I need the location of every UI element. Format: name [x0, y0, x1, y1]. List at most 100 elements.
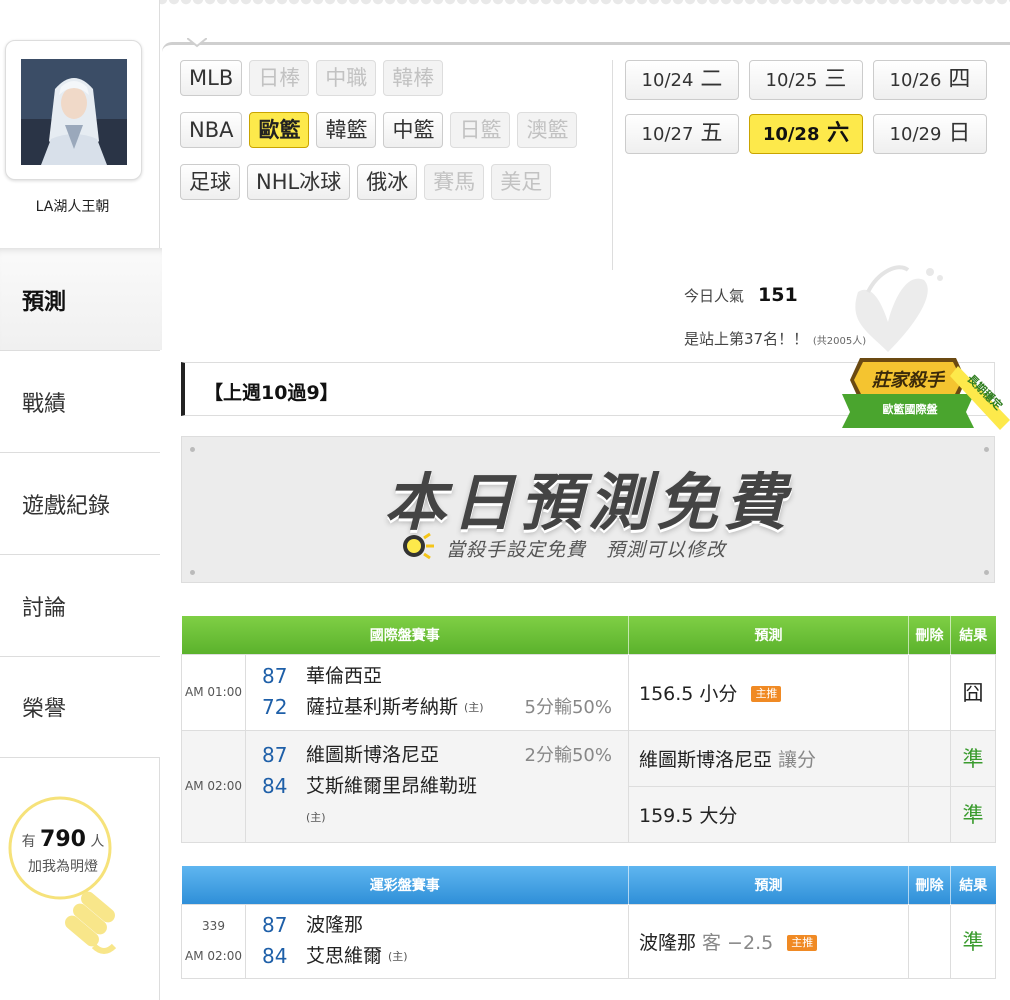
column-header-result: 結果	[950, 866, 996, 904]
date-label: 10/29	[889, 124, 942, 145]
weekday-label: 三	[824, 67, 847, 92]
league-button[interactable]: 韓籃	[316, 112, 377, 148]
game-time: AM 01:00	[181, 653, 246, 731]
home-mark-row: (主)	[262, 802, 628, 833]
result-cell: 準	[950, 729, 996, 787]
league-row: MLB 日棒 中職 韓棒	[180, 60, 612, 96]
result-cell: 囧	[950, 653, 996, 731]
away-name: 華倫西亞	[306, 665, 383, 687]
date-button[interactable]: 10/26 四	[873, 60, 987, 100]
lightbulb-icon	[403, 532, 434, 560]
home-name: 薩拉基利斯考納斯	[306, 696, 459, 718]
delete-cell[interactable]	[908, 653, 951, 731]
delete-cell[interactable]	[908, 785, 951, 843]
date-button[interactable]: 10/25 三	[749, 60, 863, 100]
away-score: 87	[262, 913, 288, 937]
delete-cell[interactable]	[908, 903, 951, 979]
column-header-prediction: 預測	[628, 616, 909, 654]
avatar-frame	[5, 40, 142, 180]
nav-item-prediction[interactable]: 預測	[0, 248, 162, 350]
rank-total: (共2005人)	[812, 336, 867, 347]
popularity-value: 151	[758, 284, 798, 306]
delete-cell[interactable]	[908, 729, 951, 787]
home-team: 72 薩拉基利斯考納斯 (主) 5分輸50%	[262, 692, 628, 723]
league-button[interactable]: NBA	[180, 112, 243, 148]
away-team: 87 維圖斯博洛尼亞 2分輸50%	[262, 740, 628, 771]
game-teams: 87 華倫西亞 72 薩拉基利斯考納斯 (主) 5分輸50%	[245, 653, 629, 731]
popularity-label: 今日人氣	[684, 287, 745, 305]
game-number: 339	[202, 919, 225, 933]
featured-tag: 主推	[787, 935, 818, 951]
nav-item-honor[interactable]: 榮譽	[0, 656, 160, 758]
username: LA湖人王朝	[35, 199, 110, 215]
away-score: 87	[262, 742, 288, 767]
banner-subtitle: 當殺手設定免費 預測可以修改	[446, 539, 727, 561]
prediction-extra: 讓分	[778, 748, 817, 771]
league-button[interactable]: 中籃	[383, 112, 444, 148]
game-teams: 87 維圖斯博洛尼亞 2分輸50% 84 艾斯維爾里昂維勒班 (主)	[245, 729, 629, 843]
sidebar: LA湖人王朝 預測 戰績 遊戲紀錄 討論 榮譽 有 790 人 加我為明燈	[0, 0, 162, 1000]
league-button[interactable]: NHL冰球	[247, 164, 351, 200]
handicap-note: 5分輸50%	[524, 697, 612, 718]
result-cell: 準	[950, 785, 996, 843]
league-button[interactable]: 足球	[180, 164, 240, 200]
weekly-record: 【上週10過9】	[204, 382, 339, 404]
league-button: 澳籃	[517, 112, 578, 148]
weekday-label: 二	[700, 67, 723, 92]
game-teams: 87 波隆那 84 艾思維爾 (主)	[245, 903, 629, 979]
date-button[interactable]: 10/27 五	[625, 114, 739, 154]
game-time: AM 02:00	[185, 949, 242, 963]
weekday-label: 日	[948, 121, 971, 146]
date-button[interactable]: 10/28 六	[749, 114, 863, 154]
league-button: 美足	[491, 164, 552, 200]
home-team: 84 艾斯維爾里昂維勒班	[262, 771, 628, 802]
game-time-cell: 339 AM 02:00	[181, 903, 246, 979]
away-team: 87 華倫西亞	[262, 661, 628, 692]
league-button[interactable]: 俄冰	[357, 164, 418, 200]
date-label: 10/25	[765, 70, 818, 91]
league-row: NBA 歐籃 韓籃 中籃 日籃 澳籃	[180, 112, 612, 148]
nav-item-record[interactable]: 戰績	[0, 350, 160, 452]
date-label: 10/26	[889, 70, 942, 91]
date-label: 10/28	[762, 124, 820, 145]
badge-subtitle: 歐籃國際盤	[882, 403, 938, 416]
popularity: 今日人氣 151	[684, 284, 798, 306]
prediction-cell: 156.5 小分 主推	[628, 653, 909, 731]
home-team: 84 艾思維爾 (主)	[262, 941, 628, 972]
weekday-label: 五	[700, 121, 723, 146]
weekday-label: 六	[827, 121, 850, 146]
nav-item-game-log[interactable]: 遊戲紀錄	[0, 452, 160, 554]
banner-rivet	[190, 570, 195, 575]
prediction-cell: 波隆那客 −2.5 主推	[628, 903, 909, 979]
table-row: AM 01:00 87 華倫西亞 72 薩拉基利斯考納斯 (主) 5分輸50% 156.…	[181, 653, 996, 731]
weekday-label: 四	[948, 67, 971, 92]
date-button[interactable]: 10/29 日	[873, 114, 987, 154]
home-name: 艾思維爾	[306, 945, 383, 967]
divider	[612, 60, 613, 270]
dealer-killer-badge: 莊家殺手 歐籃國際盤 長期穩定	[838, 350, 1010, 438]
home-mark: (主)	[306, 810, 326, 824]
date-label: 10/24	[641, 70, 694, 91]
lightbulb-icon[interactable]	[4, 796, 122, 976]
prediction-cell: 維圖斯博洛尼亞 讓分	[628, 729, 909, 787]
table-header: 國際盤賽事 預測 刪除 結果	[181, 616, 996, 654]
league-selector: MLB 日棒 中職 韓棒 NBA 歐籃 韓籃 中籃 日籃 澳籃 足球 NHL冰球 俄冰 賽馬 美足	[180, 60, 612, 200]
league-button: 中職	[316, 60, 377, 96]
away-name: 波隆那	[306, 914, 364, 936]
date-button[interactable]: 10/24 二	[625, 60, 739, 100]
game-time: AM 02:00	[181, 729, 246, 843]
home-name: 艾斯維爾里昂維勒班	[306, 774, 478, 797]
featured-tag: 主推	[751, 686, 782, 702]
league-button[interactable]: 歐籃	[249, 112, 310, 148]
nav-item-discussion[interactable]: 討論	[0, 554, 160, 656]
rank-text: 是站上第37名！！	[684, 330, 809, 348]
league-button: 日棒	[249, 60, 310, 96]
fans-count-text: 有 790 人 加我為明燈	[8, 826, 118, 878]
home-mark: (主)	[464, 701, 484, 714]
fans-suffix: 人	[90, 834, 105, 850]
league-button[interactable]: MLB	[180, 60, 243, 96]
league-button: 日籃	[450, 112, 511, 148]
prediction-text: 波隆那	[639, 931, 697, 954]
column-header-result: 結果	[950, 616, 996, 654]
avatar[interactable]	[21, 59, 127, 165]
